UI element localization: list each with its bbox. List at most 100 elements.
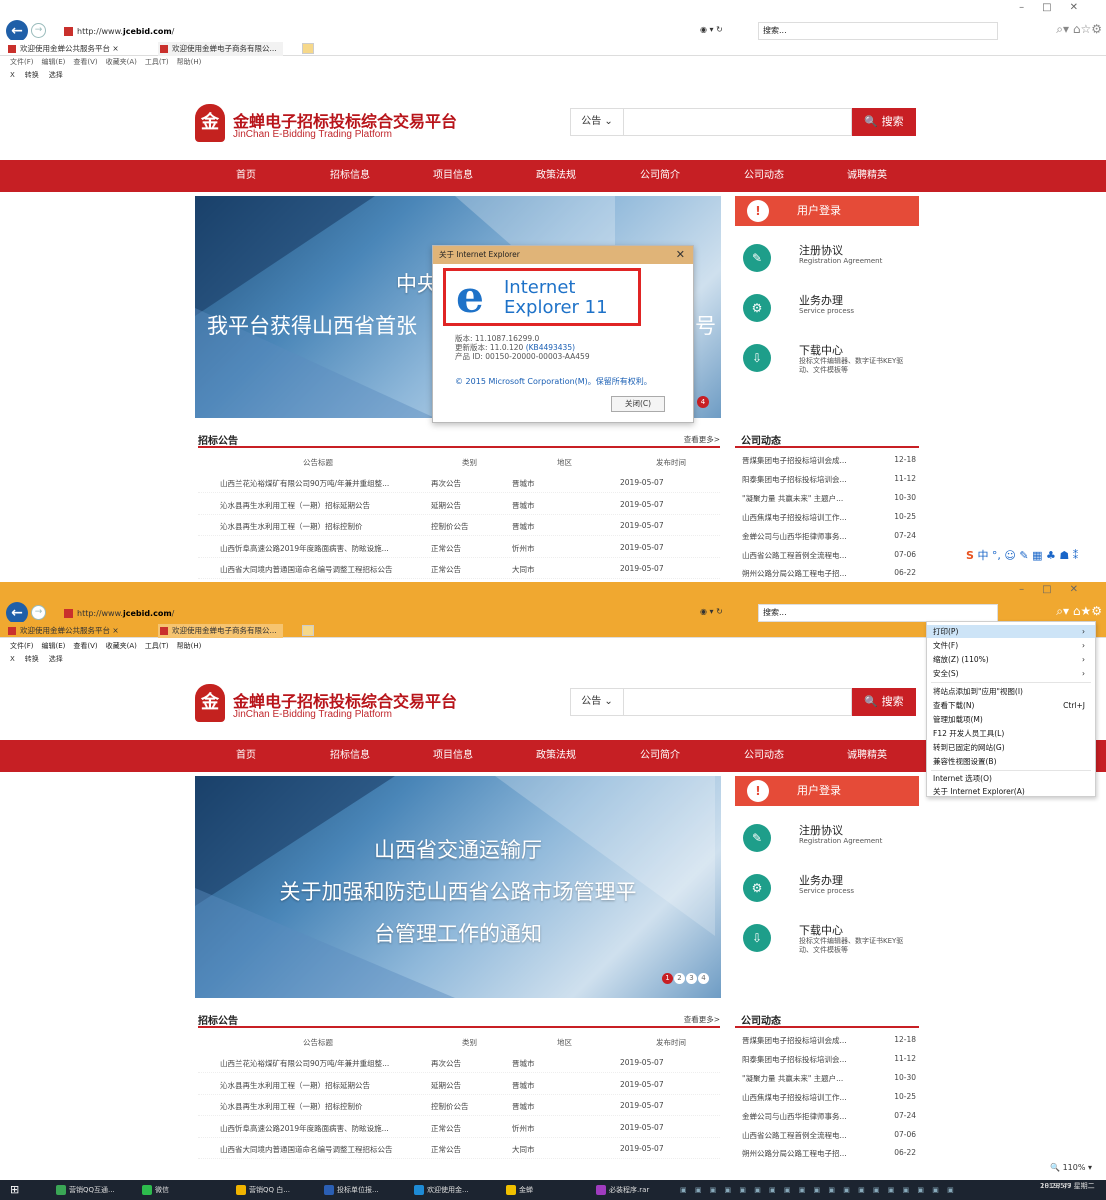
menu-favorites[interactable]: 收藏夹(A) <box>106 642 137 650</box>
table-row[interactable]: 山西忻阜高速公路2019年度路面病害、防眩设施... 正常公告 忻州市 2019-05… <box>198 537 720 558</box>
list-item[interactable]: 朔州公路分局公路工程电子招... 06-22 <box>742 1143 918 1162</box>
menu-tools[interactable]: 工具(T) <box>145 642 169 650</box>
start-button[interactable]: ⊞ <box>10 1180 19 1200</box>
nav-news[interactable]: 公司动态 <box>744 160 784 192</box>
nav-about[interactable]: 公司简介 <box>640 160 680 192</box>
taskbar-item[interactable]: 金蝉 <box>506 1180 533 1200</box>
list-item[interactable]: 金蝉公司与山西华拒律师事务... 07-24 <box>742 526 918 545</box>
list-item[interactable]: 山西焦煤电子招投标培训工作... 10-25 <box>742 507 918 526</box>
forward-button[interactable]: → <box>31 23 46 38</box>
list-item[interactable]: "凝聚力量 共赢未来" 主题户... 10-30 <box>742 488 918 507</box>
search-category-select[interactable]: 公告 ⌄ <box>570 688 624 716</box>
table-row[interactable]: 沁水县再生水利用工程（一期）招标控制价 控制价公告 晋城市 2019-05-07 <box>198 1095 720 1116</box>
menu-item-zoom[interactable]: 缩放(Z) (110%) › <box>927 653 1095 666</box>
menu-view[interactable]: 查看(V) <box>73 58 97 66</box>
kb-link[interactable]: (KB4493435) <box>526 343 575 352</box>
taskbar-item[interactable]: 欢迎使用金... <box>414 1180 469 1200</box>
site-search-input[interactable] <box>624 108 852 136</box>
site-logo-icon[interactable]: 金 <box>195 104 225 142</box>
window-controls[interactable]: –□✕ <box>1019 2 1096 13</box>
browser-search-input[interactable]: 搜索... <box>758 604 998 622</box>
login-button[interactable]: ! 用户登录 <box>735 196 919 226</box>
site-search-button[interactable]: 🔍 搜索 <box>852 688 916 716</box>
menu-item-internet-options[interactable]: Internet 选项(O) <box>927 772 1095 785</box>
convert-button[interactable]: 转换 <box>25 71 39 79</box>
nav-about[interactable]: 公司简介 <box>640 740 680 772</box>
login-button[interactable]: ! 用户登录 <box>735 776 919 806</box>
service-download[interactable]: ⇩ 下载中心 投标文件编辑器、数字证书KEY驱动、文件模板等 <box>735 912 919 962</box>
table-row[interactable]: 山西兰花沁裕煤矿有限公司90万吨/年兼并重组整... 再次公告 晋城市 2019-05… <box>198 1052 720 1073</box>
taskbar-item[interactable]: 必装程序.rar <box>596 1180 649 1200</box>
zoom-level[interactable]: 🔍 110% ▾ <box>1050 1163 1092 1172</box>
menu-tools[interactable]: 工具(T) <box>145 58 169 66</box>
close-x[interactable]: X <box>10 71 15 79</box>
table-row[interactable]: 山西忻阜高速公路2019年度路面病害、防眩设施... 正常公告 忻州市 2019-05… <box>198 1117 720 1138</box>
taskbar-item[interactable]: 微信 <box>142 1180 169 1200</box>
nav-bidding[interactable]: 招标信息 <box>330 740 370 772</box>
menu-edit[interactable]: 编辑(E) <box>42 58 66 66</box>
list-item[interactable]: 晋煤集团电子招投标培训会成... 12-18 <box>742 450 918 469</box>
table-row[interactable]: 山西省大同境内普通国道命名编号调整工程招标公告 正常公告 大同市 2019-05-07 <box>198 1138 720 1159</box>
service-registration[interactable]: ✎ 注册协议 Registration Agreement <box>735 812 919 862</box>
nav-careers[interactable]: 诚聘精英 <box>847 740 887 772</box>
tab-ecommerce[interactable]: 欢迎使用金蝉电子商务有限公... <box>158 42 283 56</box>
table-row[interactable]: 沁水县再生水利用工程（一期）招标延期公告 延期公告 晋城市 2019-05-07 <box>198 1074 720 1095</box>
menu-file[interactable]: 文件(F) <box>10 58 34 66</box>
menu-item-addons[interactable]: 管理加载项(M) <box>927 713 1095 726</box>
menu-help[interactable]: 帮助(H) <box>177 642 202 650</box>
back-button[interactable]: ← <box>6 20 28 42</box>
tray-icons[interactable]: ▣ ▣ ▣ ▣ ▣ ▣ ▣ ▣ ▣ ▣ ▣ ▣ ▣ ▣ ▣ ▣ ▣ ▣ ▣ <box>680 1180 957 1200</box>
dialog-close-button[interactable]: 关闭(C) <box>611 396 665 412</box>
service-registration[interactable]: ✎ 注册协议 Registration Agreement <box>735 232 919 282</box>
list-item[interactable]: "凝聚力量 共赢未来" 主题户... 10-30 <box>742 1068 918 1087</box>
notices-more-link[interactable]: 查看更多> <box>684 1014 720 1025</box>
list-item[interactable]: 朔州公路分局公路工程电子招... 06-22 <box>742 563 918 580</box>
nav-home[interactable]: 首页 <box>236 740 256 772</box>
forward-button[interactable]: → <box>31 605 46 620</box>
menu-help[interactable]: 帮助(H) <box>177 58 202 66</box>
nav-policies[interactable]: 政策法规 <box>536 740 576 772</box>
notices-more-link[interactable]: 查看更多> <box>684 434 720 445</box>
tab-public-platform[interactable]: 欢迎使用金蝉公共服务平台 × <box>6 624 125 638</box>
table-row[interactable]: 山西省大同境内普通国道命名编号调整工程招标公告 正常公告 大同市 2019-05-07 <box>198 558 720 579</box>
convert-button[interactable]: 转换 <box>25 655 39 663</box>
toolbar-icons[interactable]: ⌕▾ ⌂☆⚙ <box>1056 22 1102 37</box>
list-item[interactable]: 阳泰集团电子招标投标培训会... 11-12 <box>742 1049 918 1068</box>
toolbar-icons[interactable]: ⌕▾ ⌂★⚙ <box>1056 604 1102 619</box>
taskbar-item[interactable]: 营销QQ 白... <box>236 1180 290 1200</box>
menu-item-about-ie[interactable]: 关于 Internet Explorer(A) <box>927 785 1095 798</box>
slide-dot-4[interactable]: 4 <box>698 973 709 984</box>
service-download[interactable]: ⇩ 下载中心 投标文件编辑器、数字证书KEY驱动、文件模板等 <box>735 332 919 382</box>
tab-ecommerce[interactable]: 欢迎使用金蝉电子商务有限公... <box>158 624 283 638</box>
menu-item-downloads[interactable]: 查看下载(N) Ctrl+J <box>927 699 1095 712</box>
new-tab-button[interactable] <box>302 625 314 636</box>
site-search-button[interactable]: 🔍 搜索 <box>852 108 916 136</box>
service-process[interactable]: ⚙ 业务办理 Service process <box>735 282 919 332</box>
site-logo-icon[interactable]: 金 <box>195 684 225 722</box>
nav-projects[interactable]: 项目信息 <box>433 740 473 772</box>
new-tab-button[interactable] <box>302 43 314 54</box>
list-item[interactable]: 山西焦煤电子招投标培训工作... 10-25 <box>742 1087 918 1106</box>
list-item[interactable]: 山西省公路工程首例全流程电... 07-06 <box>742 1125 918 1144</box>
taskbar-item[interactable]: 营销QQ互通... <box>56 1180 115 1200</box>
banner-slide[interactable]: 山西省交通运输厅 关于加强和防范山西省公路市场管理平 台管理工作的通知 1234 <box>195 776 721 998</box>
menu-item-print[interactable]: 打印(P) › <box>927 625 1095 638</box>
nav-careers[interactable]: 诚聘精英 <box>847 160 887 192</box>
list-item[interactable]: 金蝉公司与山西华拒律师事务... 07-24 <box>742 1106 918 1125</box>
table-row[interactable]: 沁水县再生水利用工程（一期）招标控制价 控制价公告 晋城市 2019-05-07 <box>198 515 720 536</box>
nav-home[interactable]: 首页 <box>236 160 256 192</box>
menu-favorites[interactable]: 收藏夹(A) <box>106 58 137 66</box>
nav-bidding[interactable]: 招标信息 <box>330 160 370 192</box>
site-search-input[interactable] <box>624 688 852 716</box>
menu-item-safety[interactable]: 安全(S) › <box>927 667 1095 680</box>
dialog-close-icon[interactable]: ✕ <box>676 246 685 264</box>
service-process[interactable]: ⚙ 业务办理 Service process <box>735 862 919 912</box>
list-item[interactable]: 阳泰集团电子招标投标培训会... 11-12 <box>742 469 918 488</box>
slide-dot-3[interactable]: 3 <box>686 973 697 984</box>
menu-item-f12[interactable]: F12 开发人员工具(L) <box>927 727 1095 740</box>
close-x[interactable]: X <box>10 655 15 663</box>
list-item[interactable]: 山西省公路工程首例全流程电... 07-06 <box>742 545 918 564</box>
slide-dot-1[interactable]: 1 <box>662 973 673 984</box>
select-button[interactable]: 选择 <box>49 655 63 663</box>
table-row[interactable]: 沁水县再生水利用工程（一期）招标延期公告 延期公告 晋城市 2019-05-07 <box>198 494 720 515</box>
